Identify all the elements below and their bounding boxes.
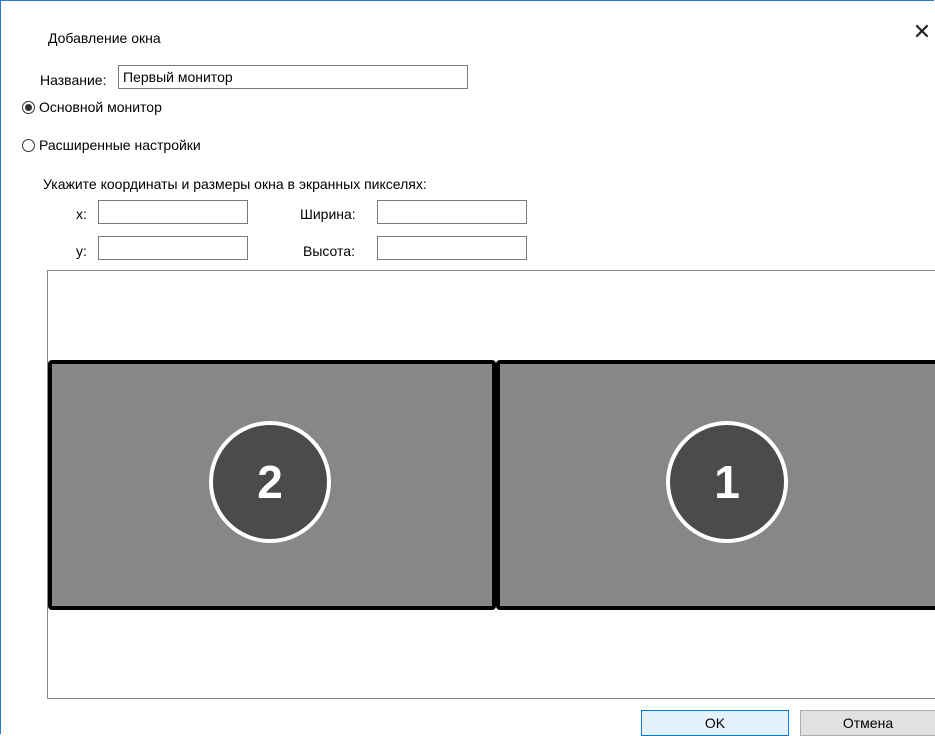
width-label: Ширина: [300,206,356,222]
radio-advanced-settings[interactable]: Расширенные настройки [22,137,201,153]
x-label: x: [76,206,87,222]
monitor-2-number-badge: 2 [209,421,331,543]
radio-selected-icon [22,100,35,114]
height-input[interactable] [377,236,527,260]
ok-button[interactable]: OK [641,710,789,736]
close-icon[interactable]: ✕ [910,20,934,44]
coords-hint: Укажите координаты и размеры окна в экра… [43,176,427,192]
radio-advanced-settings-label: Расширенные настройки [39,137,201,153]
monitor-layout-canvas[interactable]: 2 1 [47,270,935,699]
monitor-1-number-badge: 1 [666,421,788,543]
radio-primary-monitor[interactable]: Основной монитор [22,99,162,115]
name-input[interactable] [118,65,468,89]
monitor-1[interactable]: 1 [496,360,935,610]
y-input[interactable] [98,236,248,260]
radio-primary-monitor-label: Основной монитор [39,99,162,115]
name-label: Название: [40,72,107,88]
monitor-2[interactable]: 2 [48,360,496,610]
x-input[interactable] [98,200,248,224]
radio-unselected-icon [22,138,35,152]
height-label: Высота: [303,243,355,259]
dialog-title: Добавление окна [48,30,161,46]
cancel-button[interactable]: Отмена [800,710,935,736]
width-input[interactable] [377,200,527,224]
y-label: y: [76,243,87,259]
